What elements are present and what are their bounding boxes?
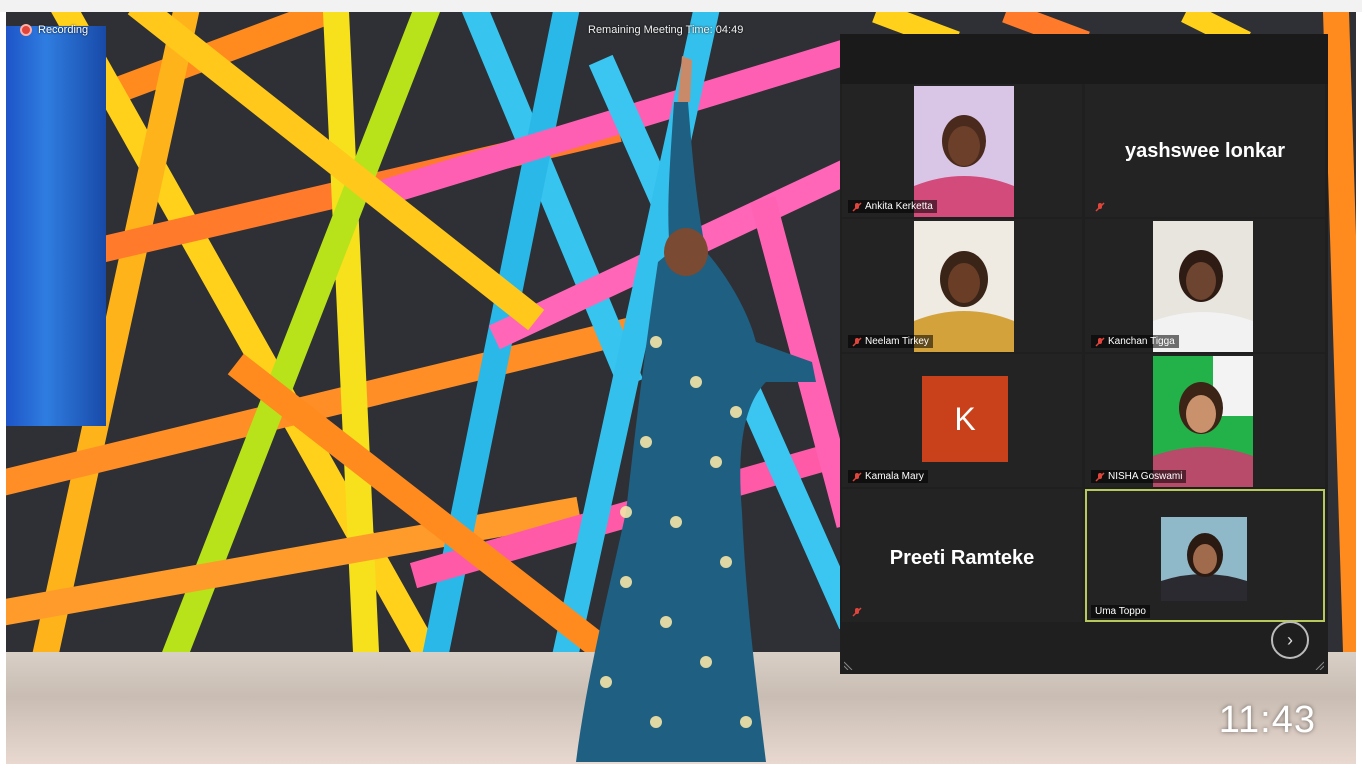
top-strip (0, 0, 1362, 12)
participant-tile[interactable]: Kanchan Tigga (1085, 219, 1325, 352)
participant-tile-active-speaker[interactable]: Uma Toppo (1085, 489, 1325, 622)
remaining-meeting-time: Remaining Meeting Time: 04:49 (588, 24, 744, 36)
participant-video (1161, 517, 1247, 601)
recording-label: Recording (38, 24, 89, 36)
participant-name: Neelam Tirkey (865, 336, 929, 347)
gallery-header (840, 34, 1328, 84)
participant-name: Kanchan Tigga (1108, 336, 1175, 347)
participant-name: Kamala Mary (865, 471, 924, 482)
participant-name-bar: Neelam Tirkey (848, 335, 933, 348)
mic-muted-icon (852, 201, 862, 212)
chevron-right-icon: › (1287, 629, 1293, 650)
participant-gallery: Ankita Kerketta yashswee lonkar Neelam T… (840, 34, 1328, 674)
participant-video (914, 86, 1014, 217)
participant-name-bar: Kanchan Tigga (1091, 335, 1179, 348)
participant-tile[interactable]: Neelam Tirkey (842, 219, 1082, 352)
participant-name-bar (1091, 201, 1109, 213)
participant-tile[interactable]: NISHA Goswami (1085, 354, 1325, 487)
participant-name: Uma Toppo (1095, 606, 1146, 617)
participant-name: NISHA Goswami (1108, 471, 1183, 482)
participant-tile[interactable]: Ankita Kerketta (842, 84, 1082, 217)
next-page-button[interactable]: › (1271, 621, 1309, 659)
clock-time: 11:43 (1218, 699, 1316, 741)
recording-indicator: Recording (20, 24, 88, 36)
participant-name-display: Preeti Ramteke (889, 547, 1035, 569)
mic-muted-icon (1095, 336, 1105, 347)
mic-muted-icon (852, 336, 862, 347)
participant-name-bar: Kamala Mary (848, 470, 928, 483)
participant-name-display: yashswee lonkar (1124, 140, 1286, 162)
dancer-figure (576, 56, 816, 762)
participant-tile[interactable]: yashswee lonkar (1085, 84, 1325, 217)
participant-video (1153, 356, 1253, 487)
participant-name-bar: Ankita Kerketta (848, 200, 937, 213)
participant-avatar: K (922, 376, 1008, 462)
mic-muted-icon (1095, 471, 1105, 482)
participant-tile[interactable]: K Kamala Mary (842, 354, 1082, 487)
participant-name-bar (848, 606, 866, 618)
participant-name: Ankita Kerketta (865, 201, 933, 212)
participant-video (914, 221, 1014, 352)
record-icon (20, 24, 32, 36)
participant-name-bar: Uma Toppo (1091, 605, 1150, 618)
resize-handle-icon[interactable] (1314, 660, 1324, 670)
mic-muted-icon (852, 607, 862, 617)
resize-handle-icon[interactable] (844, 660, 854, 670)
mic-muted-icon (852, 471, 862, 482)
participant-name-bar: NISHA Goswami (1091, 470, 1187, 483)
participant-tile[interactable]: Preeti Ramteke (842, 489, 1082, 622)
participant-video (1153, 221, 1253, 352)
mic-muted-icon (1095, 202, 1105, 212)
blue-curtain (6, 26, 106, 426)
